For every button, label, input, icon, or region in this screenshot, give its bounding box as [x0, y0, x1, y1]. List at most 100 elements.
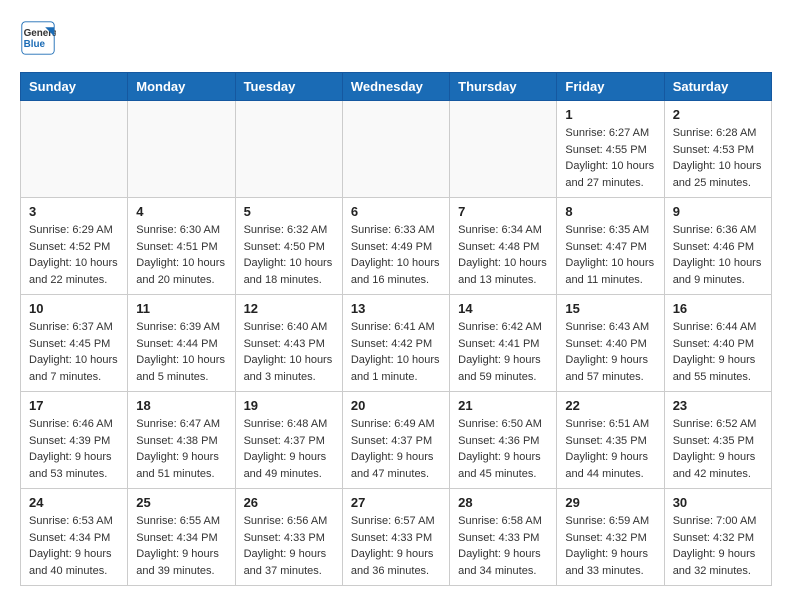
day-number: 14 [458, 301, 548, 316]
day-number: 8 [565, 204, 655, 219]
day-number: 15 [565, 301, 655, 316]
col-header-sunday: Sunday [21, 73, 128, 101]
day-info: Sunrise: 6:50 AMSunset: 4:36 PMDaylight:… [458, 416, 548, 482]
calendar-table: SundayMondayTuesdayWednesdayThursdayFrid… [20, 72, 772, 586]
day-info: Sunrise: 6:27 AMSunset: 4:55 PMDaylight:… [565, 125, 655, 191]
day-info: Sunrise: 6:42 AMSunset: 4:41 PMDaylight:… [458, 319, 548, 385]
day-info: Sunrise: 6:34 AMSunset: 4:48 PMDaylight:… [458, 222, 548, 288]
day-number: 26 [244, 495, 334, 510]
calendar-cell: 26 Sunrise: 6:56 AMSunset: 4:33 PMDayligh… [235, 489, 342, 586]
calendar-cell: 12 Sunrise: 6:40 AMSunset: 4:43 PMDayligh… [235, 295, 342, 392]
day-number: 6 [351, 204, 441, 219]
day-number: 13 [351, 301, 441, 316]
calendar-cell: 2 Sunrise: 6:28 AMSunset: 4:53 PMDaylight… [664, 101, 771, 198]
day-number: 7 [458, 204, 548, 219]
calendar-cell: 15 Sunrise: 6:43 AMSunset: 4:40 PMDayligh… [557, 295, 664, 392]
day-number: 1 [565, 107, 655, 122]
calendar-cell: 24 Sunrise: 6:53 AMSunset: 4:34 PMDayligh… [21, 489, 128, 586]
day-number: 9 [673, 204, 763, 219]
calendar-cell: 7 Sunrise: 6:34 AMSunset: 4:48 PMDaylight… [450, 198, 557, 295]
calendar-cell: 14 Sunrise: 6:42 AMSunset: 4:41 PMDayligh… [450, 295, 557, 392]
day-info: Sunrise: 6:40 AMSunset: 4:43 PMDaylight:… [244, 319, 334, 385]
day-number: 19 [244, 398, 334, 413]
calendar-cell [21, 101, 128, 198]
day-info: Sunrise: 7:00 AMSunset: 4:32 PMDaylight:… [673, 513, 763, 579]
day-info: Sunrise: 6:53 AMSunset: 4:34 PMDaylight:… [29, 513, 119, 579]
day-number: 29 [565, 495, 655, 510]
day-number: 2 [673, 107, 763, 122]
calendar-header-row: SundayMondayTuesdayWednesdayThursdayFrid… [21, 73, 772, 101]
calendar-cell: 13 Sunrise: 6:41 AMSunset: 4:42 PMDayligh… [342, 295, 449, 392]
calendar-cell: 5Sunrise: 6:32 AMSunset: 4:50 PMDaylight… [235, 198, 342, 295]
day-info: Sunrise: 6:39 AMSunset: 4:44 PMDaylight:… [136, 319, 226, 385]
day-info: Sunrise: 6:49 AMSunset: 4:37 PMDaylight:… [351, 416, 441, 482]
day-info: Sunrise: 6:32 AMSunset: 4:50 PMDaylight:… [244, 222, 334, 288]
col-header-wednesday: Wednesday [342, 73, 449, 101]
calendar-cell: 28 Sunrise: 6:58 AMSunset: 4:33 PMDayligh… [450, 489, 557, 586]
calendar-week-1: 1 Sunrise: 6:27 AMSunset: 4:55 PMDaylight… [21, 101, 772, 198]
calendar-cell: 23 Sunrise: 6:52 AMSunset: 4:35 PMDayligh… [664, 392, 771, 489]
day-number: 30 [673, 495, 763, 510]
calendar-cell [342, 101, 449, 198]
logo-icon: General Blue [20, 20, 56, 56]
calendar-cell: 6Sunrise: 6:33 AMSunset: 4:49 PMDaylight… [342, 198, 449, 295]
day-info: Sunrise: 6:47 AMSunset: 4:38 PMDaylight:… [136, 416, 226, 482]
day-info: Sunrise: 6:56 AMSunset: 4:33 PMDaylight:… [244, 513, 334, 579]
day-info: Sunrise: 6:44 AMSunset: 4:40 PMDaylight:… [673, 319, 763, 385]
day-info: Sunrise: 6:46 AMSunset: 4:39 PMDaylight:… [29, 416, 119, 482]
day-number: 21 [458, 398, 548, 413]
calendar-week-4: 17 Sunrise: 6:46 AMSunset: 4:39 PMDayligh… [21, 392, 772, 489]
day-info: Sunrise: 6:41 AMSunset: 4:42 PMDaylight:… [351, 319, 441, 385]
calendar-cell: 1 Sunrise: 6:27 AMSunset: 4:55 PMDaylight… [557, 101, 664, 198]
day-number: 24 [29, 495, 119, 510]
day-number: 20 [351, 398, 441, 413]
calendar-cell: 20 Sunrise: 6:49 AMSunset: 4:37 PMDayligh… [342, 392, 449, 489]
day-number: 17 [29, 398, 119, 413]
svg-text:Blue: Blue [24, 39, 46, 50]
day-number: 10 [29, 301, 119, 316]
calendar-cell [450, 101, 557, 198]
day-number: 23 [673, 398, 763, 413]
day-number: 25 [136, 495, 226, 510]
calendar-cell: 16 Sunrise: 6:44 AMSunset: 4:40 PMDayligh… [664, 295, 771, 392]
day-number: 4 [136, 204, 226, 219]
day-info: Sunrise: 6:59 AMSunset: 4:32 PMDaylight:… [565, 513, 655, 579]
day-number: 22 [565, 398, 655, 413]
col-header-saturday: Saturday [664, 73, 771, 101]
calendar-week-5: 24 Sunrise: 6:53 AMSunset: 4:34 PMDayligh… [21, 489, 772, 586]
day-number: 16 [673, 301, 763, 316]
calendar-cell: 3 Sunrise: 6:29 AMSunset: 4:52 PMDaylight… [21, 198, 128, 295]
day-info: Sunrise: 6:48 AMSunset: 4:37 PMDaylight:… [244, 416, 334, 482]
calendar-cell: 19 Sunrise: 6:48 AMSunset: 4:37 PMDayligh… [235, 392, 342, 489]
calendar-week-2: 3 Sunrise: 6:29 AMSunset: 4:52 PMDaylight… [21, 198, 772, 295]
day-info: Sunrise: 6:43 AMSunset: 4:40 PMDaylight:… [565, 319, 655, 385]
day-info: Sunrise: 6:36 AMSunset: 4:46 PMDaylight:… [673, 222, 763, 288]
calendar-cell: 25 Sunrise: 6:55 AMSunset: 4:34 PMDayligh… [128, 489, 235, 586]
col-header-monday: Monday [128, 73, 235, 101]
day-number: 27 [351, 495, 441, 510]
day-info: Sunrise: 6:51 AMSunset: 4:35 PMDaylight:… [565, 416, 655, 482]
day-number: 18 [136, 398, 226, 413]
day-info: Sunrise: 6:29 AMSunset: 4:52 PMDaylight:… [29, 222, 119, 288]
day-info: Sunrise: 6:55 AMSunset: 4:34 PMDaylight:… [136, 513, 226, 579]
calendar-cell: 8Sunrise: 6:35 AMSunset: 4:47 PMDaylight… [557, 198, 664, 295]
day-info: Sunrise: 6:52 AMSunset: 4:35 PMDaylight:… [673, 416, 763, 482]
day-number: 12 [244, 301, 334, 316]
logo: General Blue [20, 20, 60, 56]
day-info: Sunrise: 6:58 AMSunset: 4:33 PMDaylight:… [458, 513, 548, 579]
day-info: Sunrise: 6:30 AMSunset: 4:51 PMDaylight:… [136, 222, 226, 288]
day-info: Sunrise: 6:28 AMSunset: 4:53 PMDaylight:… [673, 125, 763, 191]
calendar-cell: 30 Sunrise: 7:00 AMSunset: 4:32 PMDayligh… [664, 489, 771, 586]
calendar-cell: 27 Sunrise: 6:57 AMSunset: 4:33 PMDayligh… [342, 489, 449, 586]
calendar-cell: 21 Sunrise: 6:50 AMSunset: 4:36 PMDayligh… [450, 392, 557, 489]
calendar-cell: 11Sunrise: 6:39 AMSunset: 4:44 PMDayligh… [128, 295, 235, 392]
calendar-cell: 29 Sunrise: 6:59 AMSunset: 4:32 PMDayligh… [557, 489, 664, 586]
day-number: 3 [29, 204, 119, 219]
page-header: General Blue [20, 20, 772, 56]
calendar-cell: 18 Sunrise: 6:47 AMSunset: 4:38 PMDayligh… [128, 392, 235, 489]
calendar-cell [235, 101, 342, 198]
calendar-week-3: 10Sunrise: 6:37 AMSunset: 4:45 PMDayligh… [21, 295, 772, 392]
calendar-cell: 22 Sunrise: 6:51 AMSunset: 4:35 PMDayligh… [557, 392, 664, 489]
day-number: 28 [458, 495, 548, 510]
day-info: Sunrise: 6:57 AMSunset: 4:33 PMDaylight:… [351, 513, 441, 579]
